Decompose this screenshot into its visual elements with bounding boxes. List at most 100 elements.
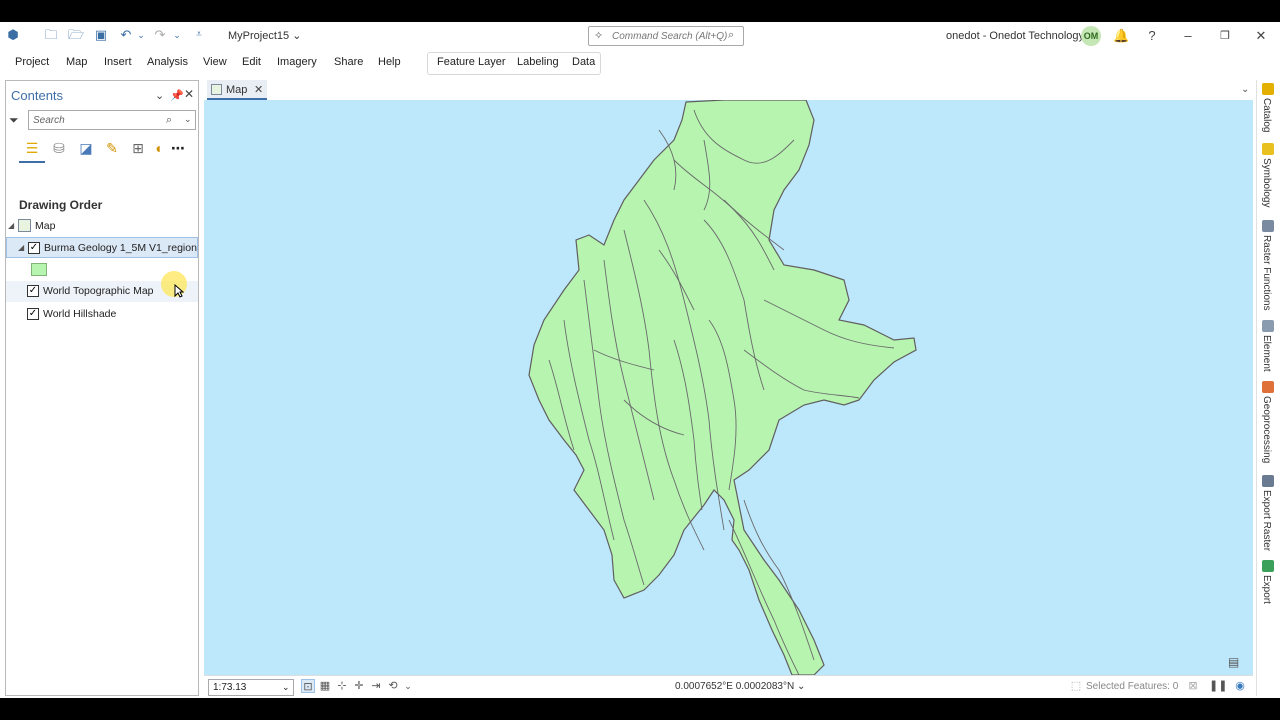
map-icon: [18, 219, 31, 232]
tab-help[interactable]: Help: [378, 56, 401, 68]
more-options-icon[interactable]: ⋯: [168, 138, 188, 158]
tab-feature-layer[interactable]: Feature Layer: [437, 56, 505, 68]
tab-data[interactable]: Data: [572, 56, 595, 68]
mouse-pointer-icon: [174, 284, 184, 298]
dock-tab-raster-functions[interactable]: Raster Functions: [1260, 220, 1278, 311]
undo-dropdown-icon[interactable]: ⌄: [133, 27, 149, 43]
tab-insert[interactable]: Insert: [104, 56, 132, 68]
tab-edit[interactable]: Edit: [242, 56, 261, 68]
tab-labeling[interactable]: Labeling: [517, 56, 559, 68]
list-by-editing-icon[interactable]: ✎: [102, 138, 122, 158]
search-icon: ⌕: [166, 114, 173, 126]
navigation-icon[interactable]: ✛: [352, 679, 366, 693]
project-name-dropdown[interactable]: MyProject15 ⌄: [228, 29, 301, 42]
chevron-down-icon[interactable]: ⌄: [401, 679, 415, 693]
new-project-icon[interactable]: 🗀: [43, 27, 59, 43]
constraints-icon[interactable]: ⇥: [369, 679, 383, 693]
drawing-order-heading: Drawing Order: [19, 198, 103, 212]
contents-pane: Contents ⌄ 📌 ✕ ⏷ Search ⌕ ⌄ ☰ ⛁ ◪ ✎ ⊞ ◖ …: [5, 80, 199, 696]
pane-options-icon[interactable]: ⌄: [155, 89, 164, 102]
list-by-drawing-order-icon[interactable]: ☰: [22, 138, 42, 158]
arcgis-pro-window: ⬢ 🗀 🗁 ▣ ↶ ⌄ ↷ ⌄ ⩡ MyProject15 ⌄ ✧ Comman…: [0, 22, 1280, 698]
command-search-input[interactable]: ✧ Command Search (Alt+Q) ⌕: [588, 26, 744, 46]
layer-visibility-checkbox[interactable]: ✓: [28, 242, 40, 254]
dock-tab-export-raster[interactable]: Export Raster: [1260, 475, 1278, 551]
layer-row-world-hillshade[interactable]: ✓ World Hillshade: [6, 304, 198, 325]
fixed-zoom-icon[interactable]: ⊡: [301, 679, 315, 693]
app-logo-icon[interactable]: ⬢: [5, 27, 21, 43]
export-icon: [1262, 560, 1274, 572]
dock-tab-geoprocessing[interactable]: Geoprocessing: [1260, 381, 1278, 463]
scale-selector[interactable]: 1:73.13 ⌄: [208, 679, 294, 696]
close-icon[interactable]: ✕: [1253, 28, 1269, 44]
user-label[interactable]: onedot - Onedot Technology: [946, 30, 1084, 42]
burma-geology-polygons: [528, 100, 917, 675]
redo-dropdown-icon[interactable]: ⌄: [169, 27, 185, 43]
dock-tab-element[interactable]: Element: [1260, 320, 1278, 372]
tree-map-node[interactable]: ◢ Map: [6, 216, 198, 237]
open-project-icon[interactable]: 🗁: [68, 27, 84, 43]
pause-drawing-icon[interactable]: ❚❚: [1209, 679, 1227, 693]
list-by-labeling-icon[interactable]: ◖: [153, 138, 163, 158]
raster-functions-icon: [1262, 220, 1274, 232]
tab-share[interactable]: Share: [334, 56, 363, 68]
layer-visibility-checkbox[interactable]: ✓: [27, 308, 39, 320]
tab-project[interactable]: Project: [15, 56, 49, 68]
help-button[interactable]: ?: [1144, 28, 1160, 44]
select-icon[interactable]: ⬚: [1069, 679, 1083, 693]
coordinate-readout[interactable]: 0.0007652°E 0.0002083°N ⌄: [675, 681, 805, 692]
active-view-indicator: [19, 161, 45, 163]
save-project-icon[interactable]: ▣: [93, 27, 109, 43]
tab-imagery[interactable]: Imagery: [277, 56, 317, 68]
layer-visibility-checkbox[interactable]: ✓: [27, 285, 39, 297]
layer-symbol-swatch[interactable]: [31, 263, 47, 276]
collapse-icon[interactable]: ◢: [18, 243, 24, 252]
burma-geology-map: [528, 100, 917, 675]
minimize-icon[interactable]: –: [1180, 28, 1196, 44]
close-tab-icon[interactable]: ✕: [254, 83, 263, 96]
filter-icon[interactable]: ⏷: [9, 113, 19, 128]
chevron-down-icon[interactable]: ⌄: [797, 681, 805, 692]
view-options-icon[interactable]: ⌄: [1241, 84, 1249, 95]
layer-name: World Topographic Map: [43, 285, 154, 297]
undo-icon[interactable]: ↶: [118, 27, 134, 43]
snapping-icon[interactable]: ⊹: [335, 679, 349, 693]
grid-icon[interactable]: ▦: [318, 679, 332, 693]
tab-analysis[interactable]: Analysis: [147, 56, 188, 68]
notifications-icon[interactable]: 🔔: [1113, 28, 1129, 44]
dock-tab-export[interactable]: Export: [1260, 560, 1278, 604]
list-by-snapping-icon[interactable]: ⊞: [128, 138, 148, 158]
list-by-data-source-icon[interactable]: ⛁: [49, 138, 69, 158]
collapse-icon[interactable]: ◢: [8, 221, 14, 230]
pin-icon[interactable]: 📌: [170, 89, 184, 102]
customize-toolbar-icon[interactable]: ⩡: [191, 27, 207, 43]
project-name: MyProject15: [228, 30, 290, 42]
list-by-selection-icon[interactable]: ◪: [76, 138, 96, 158]
tab-view[interactable]: View: [203, 56, 227, 68]
chevron-down-icon[interactable]: ⌄: [282, 682, 290, 693]
map-canvas[interactable]: [204, 100, 1253, 675]
notifications-list-icon[interactable]: ▤: [1228, 655, 1239, 669]
redo-icon[interactable]: ↷: [152, 27, 168, 43]
restore-icon[interactable]: ❐: [1217, 28, 1233, 44]
selected-features-count: Selected Features: 0: [1086, 681, 1179, 692]
tab-map[interactable]: Map: [66, 56, 87, 68]
tab-map-view[interactable]: Map ✕: [207, 80, 267, 100]
coordinates-text: 0.0007652°E 0.0002083°N: [675, 681, 795, 692]
map-node-label: Map: [35, 220, 56, 232]
clear-selection-icon[interactable]: ⊠: [1186, 679, 1200, 693]
dock-tab-label: Geoprocessing: [1261, 396, 1272, 464]
refresh-icon[interactable]: ◉: [1233, 679, 1247, 693]
close-pane-icon[interactable]: ✕: [184, 87, 194, 101]
map-status-bar: 1:73.13 ⌄ ⊡ ▦ ⊹ ✛ ⇥ ⟲ ⌄ 0.0007652°E 0.00…: [204, 675, 1253, 697]
dock-tab-label: Raster Functions: [1261, 235, 1272, 311]
layer-row-burma-geology[interactable]: ◢ ✓ Burma Geology 1_5M V1_region: [6, 237, 198, 258]
avatar[interactable]: OM: [1081, 26, 1101, 46]
chevron-down-icon[interactable]: ⌄: [184, 114, 192, 125]
rotate-icon[interactable]: ⟲: [386, 679, 400, 693]
dock-tab-catalog[interactable]: Catalog: [1260, 83, 1278, 132]
map-tab-label: Map: [226, 84, 248, 96]
dock-tab-symbology[interactable]: Symbology: [1260, 143, 1278, 207]
element-icon: [1262, 320, 1274, 332]
contents-search-input[interactable]: Search ⌕ ⌄: [28, 110, 196, 130]
